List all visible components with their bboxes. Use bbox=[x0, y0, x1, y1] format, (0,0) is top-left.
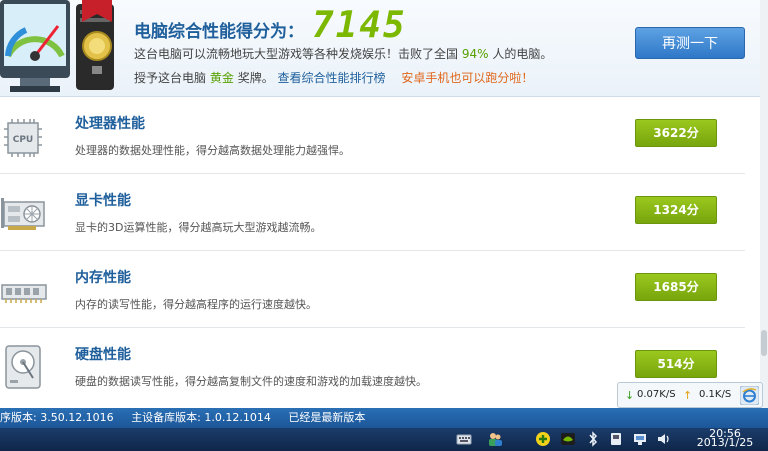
upload-speed: 0.1K/S bbox=[699, 389, 732, 400]
overall-score-label: 电脑综合性能得分为： bbox=[134, 22, 304, 42]
award-suffix: 奖牌。 bbox=[237, 71, 274, 85]
item-score-badge: 1685分 bbox=[635, 273, 717, 301]
update-status: 已经是最新版本 bbox=[288, 411, 366, 424]
item-score-badge: 514分 bbox=[635, 350, 717, 378]
ranking-link[interactable]: 查看综合性能排行榜 bbox=[278, 71, 386, 85]
graphics-driver-icon[interactable] bbox=[560, 431, 576, 447]
overall-score-value: 7145 bbox=[312, 5, 407, 46]
cpu-icon-label: CPU bbox=[13, 135, 34, 145]
award-medal: 黄金 bbox=[209, 71, 234, 85]
volume-icon[interactable] bbox=[656, 431, 672, 447]
beat-percent: 94% bbox=[461, 47, 489, 61]
award-line: 授予这台电脑 黄金 奖牌。 查看综合性能排行榜 安卓手机也可以跑分啦！ bbox=[134, 69, 533, 86]
item-description: 硬盘的数据读写性能，得分越高复制文件的速度和游戏的加载速度越快。 bbox=[75, 375, 427, 388]
browser-icon[interactable] bbox=[740, 386, 759, 405]
users-icon[interactable] bbox=[487, 431, 503, 447]
system-clock[interactable]: 20:56 2013/1/25 bbox=[690, 428, 760, 449]
award-prefix: 授予这台电脑 bbox=[134, 71, 207, 85]
usb-device-icon[interactable] bbox=[608, 431, 624, 447]
upload-arrow-icon: ↑ bbox=[683, 389, 693, 402]
list-item-cpu: CPU 处理器性能 处理器的数据处理性能，得分越高数据处理能力越强悍。 3622… bbox=[0, 97, 768, 174]
item-description: 处理器的数据处理性能，得分越高数据处理能力越强悍。 bbox=[75, 144, 350, 157]
keyboard-icon[interactable] bbox=[456, 431, 472, 447]
hard-disk-icon bbox=[5, 345, 41, 389]
network-speed-monitor[interactable]: ↓ 0.07K/S ↑ 0.1K/S bbox=[617, 382, 763, 408]
windows-taskbar: 20:56 2013/1/25 bbox=[0, 428, 768, 451]
program-version: 序版本: 3.50.12.1016 bbox=[0, 411, 114, 424]
scrollbar-thumb[interactable] bbox=[761, 330, 767, 356]
cpu-icon: CPU bbox=[4, 119, 42, 157]
add-icon[interactable] bbox=[535, 431, 551, 447]
item-title: 处理器性能 bbox=[75, 116, 145, 132]
status-bar: 序版本: 3.50.12.1016 主设备库版本: 1.0.12.1014 已经… bbox=[0, 408, 768, 428]
item-title: 内存性能 bbox=[75, 270, 131, 286]
list-item-graphics: 显卡性能 显卡的3D运算性能，得分越高玩大型游戏越流畅。 1324分 bbox=[0, 174, 768, 251]
summary-header: 电脑综合性能得分为： 7145 这台电脑可以流畅地玩大型游戏等各种发烧娱乐！击败… bbox=[0, 0, 768, 97]
item-description: 显卡的3D运算性能，得分越高玩大型游戏越流畅。 bbox=[75, 221, 322, 234]
score-description-suffix: 人的电脑。 bbox=[492, 47, 553, 61]
item-title: 显卡性能 bbox=[75, 193, 131, 209]
database-version: 主设备库版本: 1.0.12.1014 bbox=[131, 411, 271, 424]
android-benchmark-link[interactable]: 安卓手机也可以跑分啦！ bbox=[401, 71, 533, 85]
overall-score-line: 电脑综合性能得分为： 7145 bbox=[134, 8, 407, 44]
memory-icon bbox=[1, 284, 47, 303]
item-title: 硬盘性能 bbox=[75, 347, 131, 363]
speedometer-monitor-icon bbox=[0, 0, 114, 92]
item-score-badge: 1324分 bbox=[635, 196, 717, 224]
item-description: 内存的读写性能，得分越高程序的运行速度越快。 bbox=[75, 298, 317, 311]
retest-button[interactable]: 再测一下 bbox=[635, 27, 745, 59]
clock-date: 2013/1/25 bbox=[696, 436, 754, 449]
network-icon[interactable] bbox=[632, 431, 648, 447]
download-speed: 0.07K/S bbox=[637, 389, 676, 400]
item-score-badge: 3622分 bbox=[635, 119, 717, 147]
download-arrow-icon: ↓ bbox=[625, 389, 635, 402]
graphics-card-icon bbox=[1, 198, 45, 230]
score-description-prefix: 这台电脑可以流畅地玩大型游戏等各种发烧娱乐！击败了全国 bbox=[134, 47, 459, 61]
list-item-memory: 内存性能 内存的读写性能，得分越高程序的运行速度越快。 1685分 bbox=[0, 251, 768, 328]
score-description: 这台电脑可以流畅地玩大型游戏等各种发烧娱乐！击败了全国 94% 人的电脑。 bbox=[134, 45, 552, 62]
bluetooth-icon[interactable] bbox=[585, 431, 601, 447]
